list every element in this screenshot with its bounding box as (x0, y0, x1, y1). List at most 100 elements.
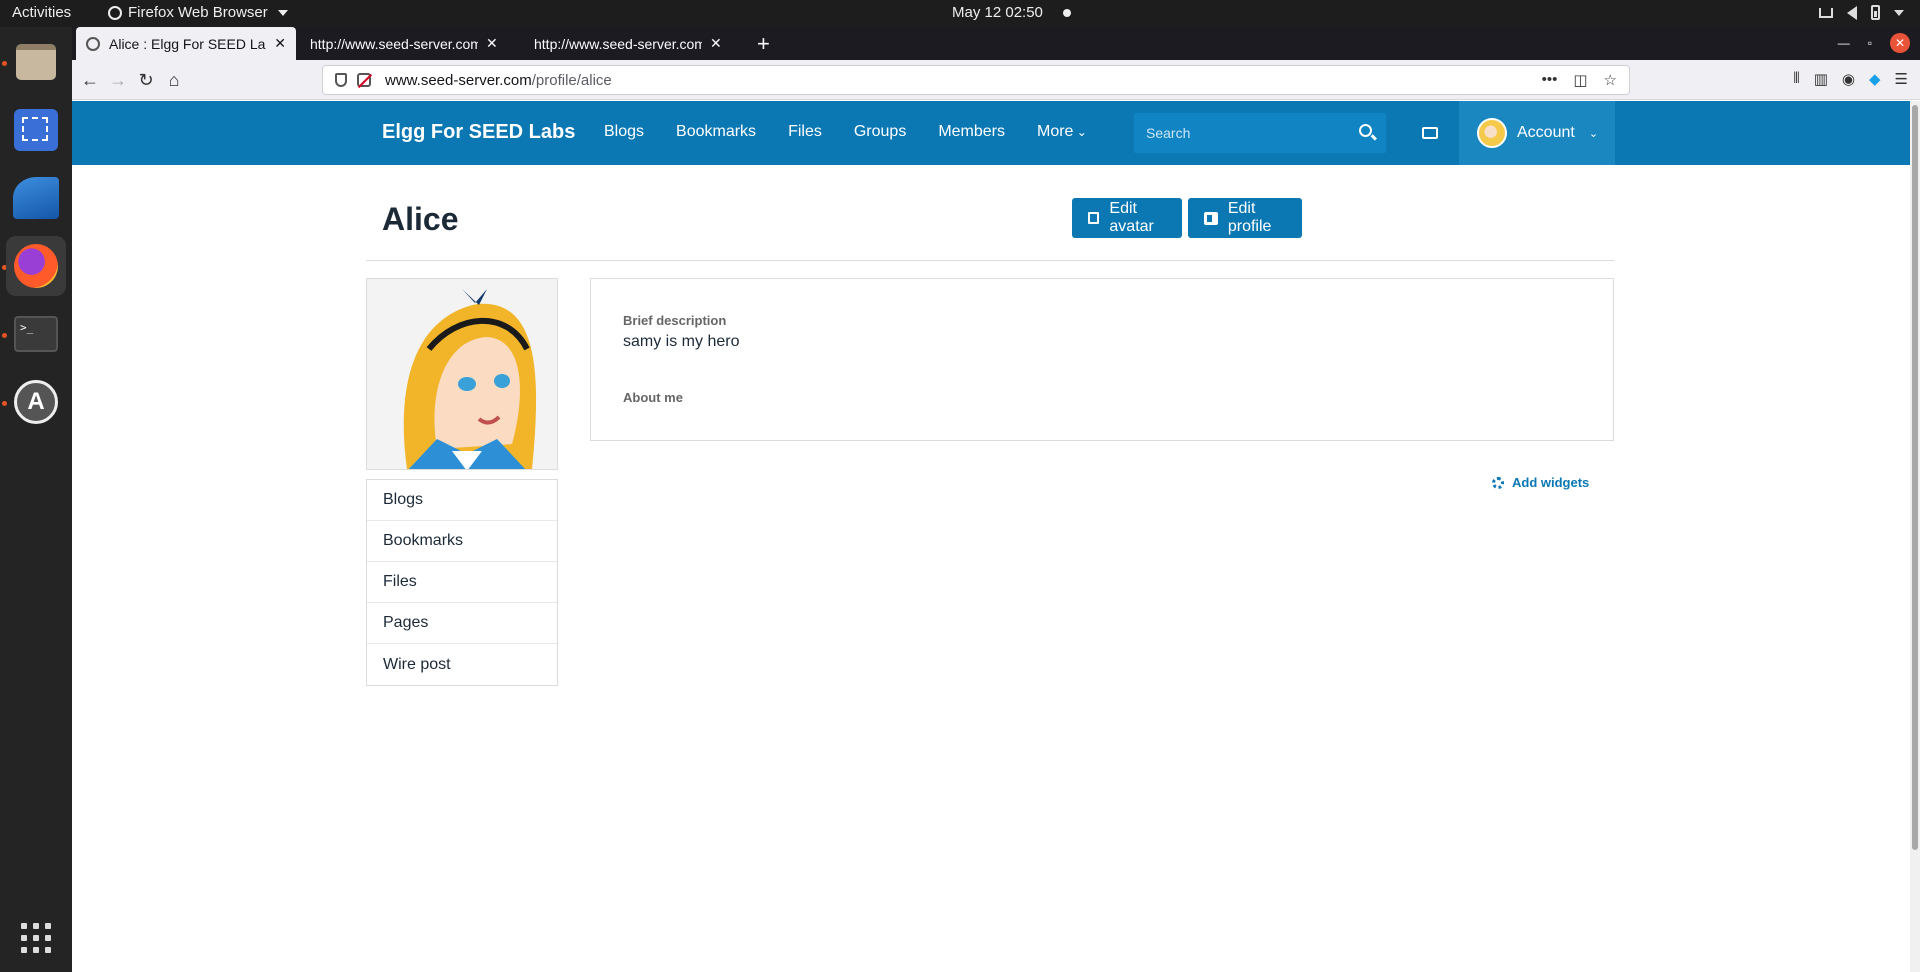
profile-details: Brief description samy is my hero About … (590, 278, 1614, 441)
profile-avatar[interactable] (366, 278, 558, 470)
id-card-icon (1204, 211, 1218, 225)
owner-menu-wire-post[interactable]: Wire post (367, 644, 557, 685)
dock-files[interactable] (6, 32, 66, 92)
account-menu[interactable]: Account ⌄ (1459, 101, 1615, 165)
site-nav: Blogs Bookmarks Files Groups Members Mor… (604, 123, 1087, 141)
add-widgets-link[interactable]: Add widgets (1492, 475, 1589, 490)
nav-more[interactable]: More (1037, 123, 1087, 141)
chevron-down-icon (1894, 9, 1904, 16)
owner-block-menu: Blogs Bookmarks Files Pages Wire post (366, 479, 558, 686)
search-icon[interactable] (1359, 124, 1372, 137)
title-divider (366, 260, 1614, 261)
chevron-down-icon (277, 9, 288, 16)
owner-menu-blogs[interactable]: Blogs (367, 480, 557, 521)
page-viewport: Elgg For SEED Labs Blogs Bookmarks Files… (72, 101, 1910, 972)
owner-menu-pages[interactable]: Pages (367, 603, 557, 644)
screenshot-icon (14, 109, 58, 151)
dock: >_ A (0, 27, 72, 972)
close-window-icon[interactable]: ✕ (1890, 33, 1910, 53)
pocket-icon[interactable]: ◫ (1573, 71, 1587, 89)
url-bar[interactable]: www.seed-server.com/profile/alice ••• ◫ … (322, 65, 1630, 95)
system-top-bar: Activities Firefox Web Browser May 12 02… (0, 0, 1920, 27)
page-actions-icon[interactable]: ••• (1542, 71, 1558, 89)
close-tab-icon[interactable]: ✕ (486, 35, 498, 52)
close-tab-icon[interactable]: ✕ (710, 35, 722, 52)
dock-wireshark[interactable] (6, 168, 66, 228)
files-icon (16, 44, 56, 80)
image-icon (1088, 212, 1100, 224)
nav-bookmarks[interactable]: Bookmarks (676, 123, 756, 141)
dock-screenshot[interactable] (6, 100, 66, 160)
tab-strip: Alice : Elgg For SEED Labs ✕ http://www.… (72, 27, 1920, 60)
forward-icon[interactable]: → (106, 68, 130, 92)
volume-icon (1847, 5, 1857, 20)
tab-title: Alice : Elgg For SEED Labs (109, 35, 267, 52)
maximize-icon[interactable]: ▫ (1868, 36, 1872, 50)
nav-groups[interactable]: Groups (854, 123, 906, 141)
new-tab-icon[interactable]: + (757, 31, 770, 57)
sidebar-icon[interactable]: ▥ (1814, 70, 1828, 88)
bookmark-star-icon[interactable]: ☆ (1604, 71, 1617, 89)
battery-icon (1871, 5, 1880, 20)
page-scrollbar[interactable] (1910, 101, 1920, 972)
edit-avatar-button[interactable]: Edit avatar (1072, 198, 1182, 238)
firefox-icon (108, 5, 122, 20)
nav-files[interactable]: Files (788, 123, 822, 141)
nav-blogs[interactable]: Blogs (604, 123, 644, 141)
site-name[interactable]: Elgg For SEED Labs (382, 121, 575, 144)
terminal-icon: >_ (14, 316, 58, 352)
back-icon[interactable]: ← (78, 68, 102, 92)
account-icon[interactable]: ◉ (1842, 70, 1855, 88)
app-menu[interactable]: Firefox Web Browser (108, 4, 288, 21)
notification-dot-icon (1062, 8, 1071, 17)
system-tray[interactable] (1819, 5, 1904, 20)
brief-description-value: samy is my hero (623, 333, 740, 350)
tab-title: http://www.seed-server.com (534, 35, 702, 52)
edit-profile-button[interactable]: Edit profile (1188, 198, 1302, 238)
insecure-lock-icon[interactable] (357, 73, 371, 87)
tab-seed-server-1[interactable]: http://www.seed-server.com ✕ (300, 27, 520, 60)
search-input[interactable]: Search (1134, 113, 1386, 153)
dock-software[interactable]: A (6, 372, 66, 432)
owner-menu-files[interactable]: Files (367, 562, 557, 603)
reload-icon[interactable]: ↻ (134, 68, 158, 92)
window-controls: — ▫ ✕ (1838, 33, 1910, 53)
menu-icon[interactable]: ☰ (1895, 70, 1908, 88)
scrollbar-thumb[interactable] (1912, 105, 1918, 850)
nav-members[interactable]: Members (938, 123, 1005, 141)
toolbar-icons: ⫴ ▥ ◉ ◆ ☰ (1793, 70, 1908, 88)
clock[interactable]: May 12 02:50 (952, 4, 1071, 21)
page-title: Alice (382, 201, 459, 237)
owner-menu-bookmarks[interactable]: Bookmarks (367, 521, 557, 562)
wireshark-icon (13, 177, 59, 219)
brief-description-label: Brief description (623, 313, 727, 328)
search-placeholder: Search (1146, 125, 1191, 141)
software-center-icon: A (14, 380, 58, 424)
tab-title: http://www.seed-server.com (310, 35, 478, 52)
firefox-icon (14, 244, 58, 288)
close-tab-icon[interactable]: ✕ (274, 35, 286, 52)
favicon-icon (86, 36, 100, 51)
dock-terminal[interactable]: >_ (6, 304, 66, 364)
elgg-topbar: Elgg For SEED Labs Blogs Bookmarks Files… (72, 101, 1910, 165)
avatar (1477, 118, 1507, 148)
clock-text: May 12 02:50 (952, 4, 1043, 21)
navigation-toolbar: ← → ↻ ⌂ www.seed-server.com/profile/alic… (72, 60, 1920, 100)
chevron-down-icon: ⌄ (1588, 127, 1599, 140)
tab-alice[interactable]: Alice : Elgg For SEED Labs ✕ (76, 27, 296, 60)
tab-seed-server-2[interactable]: http://www.seed-server.com ✕ (524, 27, 744, 60)
alice-avatar-image (367, 279, 557, 469)
show-apps-icon[interactable] (21, 923, 51, 953)
dock-firefox[interactable] (6, 236, 66, 296)
app-name: Firefox Web Browser (128, 4, 268, 21)
activities-button[interactable]: Activities (12, 4, 71, 21)
minimize-icon[interactable]: — (1838, 36, 1850, 50)
gear-icon (1492, 476, 1504, 489)
tracking-shield-icon[interactable] (335, 73, 347, 87)
url-text[interactable]: www.seed-server.com/profile/alice (385, 72, 612, 89)
extension-icon[interactable]: ◆ (1869, 70, 1881, 88)
home-icon[interactable]: ⌂ (162, 68, 186, 92)
network-icon (1819, 7, 1833, 18)
library-icon[interactable]: ⫴ (1793, 70, 1799, 88)
messages-icon[interactable] (1422, 127, 1438, 139)
